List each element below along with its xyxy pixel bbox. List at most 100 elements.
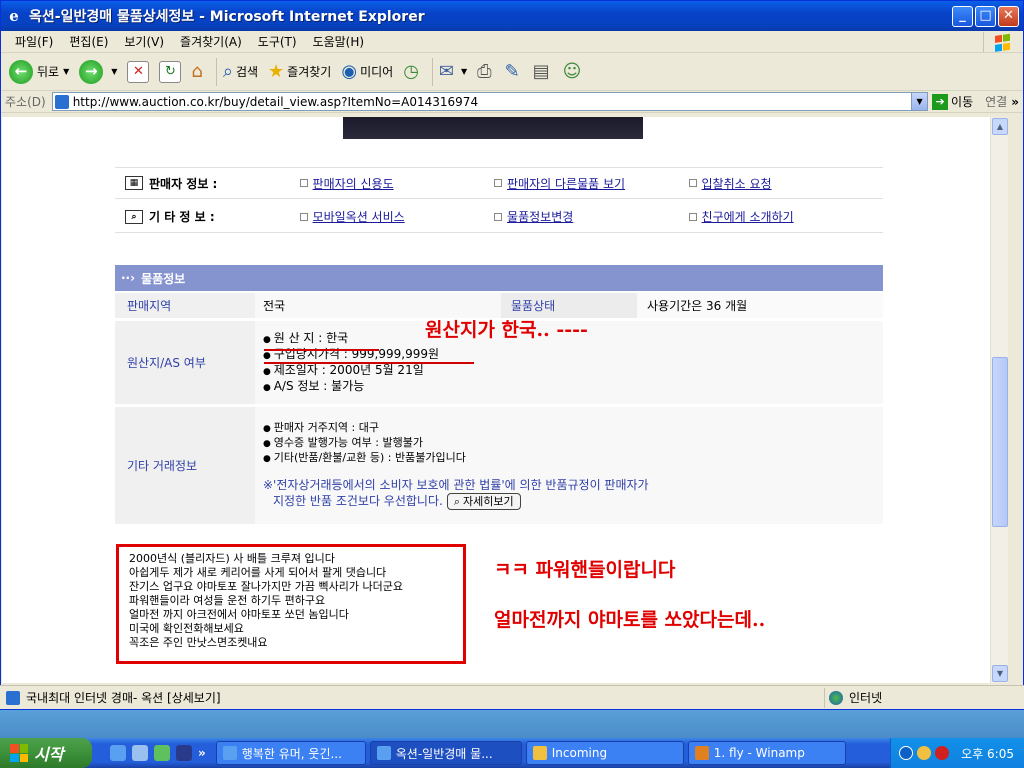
window-title: 옥션-일반경매 물품상세정보 - Microsoft Internet Expl…: [29, 9, 425, 25]
link-edit-item[interactable]: 물품정보변경: [494, 208, 688, 225]
address-input[interactable]: http://www.auction.co.kr/buy/detail_view…: [51, 92, 929, 111]
origin-as: A/S 정보 : 불가능: [263, 379, 365, 395]
condition-value: 사용기간은 36 개월: [637, 293, 883, 318]
page-icon: [54, 94, 69, 109]
link-cancel-bid[interactable]: 입찰취소 요청: [688, 175, 883, 192]
description-line: 얼마전 까지 아크전에서 야마토포 쏘던 놈입니다: [129, 608, 349, 621]
magnifier-icon: ⌕: [453, 495, 460, 508]
go-arrow-icon: ➔: [932, 93, 949, 110]
menu-file[interactable]: 파일(F): [7, 33, 61, 50]
start-button[interactable]: 시작: [0, 738, 92, 768]
home-button[interactable]: ⌂: [191, 61, 205, 82]
detail-view-label: 자세히보기: [463, 495, 514, 508]
back-dropdown-icon[interactable]: ▼: [63, 67, 69, 76]
menu-help[interactable]: 도움말(H): [305, 33, 373, 50]
windows-flag-icon: [10, 744, 28, 762]
taskbar-item-incoming[interactable]: Incoming: [525, 741, 684, 765]
globe-icon: [829, 690, 843, 705]
trade-region: 판매자 거주지역 : 대구: [263, 421, 466, 436]
forward-dropdown-icon[interactable]: ▼: [111, 67, 117, 76]
quicklaunch-desktop-icon[interactable]: [132, 745, 148, 761]
link-text: 판매자의 신용도: [312, 176, 394, 191]
region-label: 판매지역: [115, 293, 255, 318]
page-content: ▦ 판매자 정보 : 판매자의 신용도 판매자의 다른물품 보기 입찰취소 요청…: [2, 117, 990, 683]
mail-button[interactable]: ✉ ▼: [439, 61, 467, 82]
menu-view[interactable]: 보기(V): [116, 33, 172, 50]
minimize-button[interactable]: _: [952, 5, 973, 27]
close-button[interactable]: ✕: [998, 5, 1019, 27]
folder-icon: [532, 746, 547, 760]
home-icon: ⌂: [191, 61, 203, 82]
search-button[interactable]: ⌕ 검색: [223, 61, 258, 82]
media-button[interactable]: ◉ 미디어: [341, 61, 393, 82]
other-info-label: 기 타 정 보 :: [149, 210, 215, 224]
notice-line-1: ※'전자상거래등에서의 소비자 보호에 관한 법률'에 의한 반품규정이 판매자…: [263, 478, 649, 492]
title-bar[interactable]: e 옥션-일반경매 물품상세정보 - Microsoft Internet Ex…: [1, 1, 1023, 31]
back-button[interactable]: ← 뒤로 ▼: [9, 59, 69, 84]
trade-row: 기타 거래정보 판매자 거주지역 : 대구 영수증 발행가능 여부 : 발행불가…: [115, 407, 883, 525]
description-box: 2000년식 (블리자드) 사 배틀 크루져 입니다 아쉽게두 제가 새로 케리…: [116, 544, 466, 664]
mail-dropdown-icon[interactable]: ▼: [461, 67, 467, 76]
link-seller-credit[interactable]: 판매자의 신용도: [299, 175, 494, 192]
menu-bar: 파일(F) 편집(E) 보기(V) 즐겨찾기(A) 도구(T) 도움말(H): [1, 31, 1023, 53]
box-bullet-icon: [494, 212, 503, 221]
box-bullet-icon: [299, 179, 308, 187]
tray-chevron-icon[interactable]: [899, 746, 914, 760]
scroll-up-icon[interactable]: ▲: [992, 118, 1008, 135]
address-url: http://www.auction.co.kr/buy/detail_view…: [72, 94, 479, 109]
security-zone: 인터넷: [824, 687, 1024, 708]
forward-button[interactable]: → ▼: [79, 59, 117, 84]
description-line: 아쉽게두 제가 새로 케리어를 사게 되어서 팔게 댓습니다: [129, 566, 387, 579]
refresh-icon: ↻: [159, 60, 182, 83]
quicklaunch-ie-icon[interactable]: [110, 745, 126, 761]
origin-date: 제조일자 : 2000년 5월 21일: [263, 363, 424, 379]
vertical-scrollbar[interactable]: ▲ ▼: [990, 117, 1008, 683]
history-icon: ◷: [403, 61, 419, 82]
address-dropdown-icon[interactable]: ▼: [911, 93, 928, 110]
print-button[interactable]: ⎙: [477, 61, 494, 82]
link-tell-friend[interactable]: 친구에게 소개하기: [688, 208, 883, 225]
menu-favorites[interactable]: 즐겨찾기(A): [172, 33, 250, 50]
taskbar-item-auction[interactable]: 옥션-일반경매 물...: [369, 741, 522, 765]
annotation-power-handle: ㅋㅋ 파워핸들이랍니다: [494, 559, 676, 581]
link-mobile-auction[interactable]: 모바일옥션 서비스: [299, 208, 494, 225]
quicklaunch-app-icon[interactable]: [176, 745, 192, 761]
link-seller-other-items[interactable]: 판매자의 다른물품 보기: [494, 175, 688, 192]
discuss-button[interactable]: ▤: [533, 61, 553, 82]
annotation-origin: 원산지가 한국.. ----: [425, 319, 588, 341]
menu-tools[interactable]: 도구(T): [250, 33, 305, 50]
messenger-icon: ☺: [562, 61, 582, 82]
edit-button[interactable]: ✎: [505, 61, 523, 82]
box-bullet-icon: [688, 212, 697, 221]
links-button[interactable]: 연결: [985, 93, 1007, 110]
quick-launch: »: [110, 745, 212, 761]
scroll-thumb[interactable]: [992, 357, 1008, 527]
menu-edit[interactable]: 편집(E): [61, 33, 116, 50]
detail-view-button[interactable]: ⌕ 자세히보기: [446, 493, 521, 510]
forward-arrow-icon: →: [79, 59, 104, 84]
quicklaunch-media-icon[interactable]: [154, 745, 170, 761]
maximize-button[interactable]: □: [975, 5, 996, 27]
ie-window-icon: [222, 746, 237, 760]
refresh-button[interactable]: ↻: [159, 60, 182, 83]
tray-messenger-icon[interactable]: [917, 746, 932, 760]
history-button[interactable]: ◷: [403, 61, 422, 82]
taskbar-item-winamp[interactable]: 1. fly - Winamp: [687, 741, 846, 765]
task-label: Incoming: [551, 746, 608, 760]
taskbar-item-humor[interactable]: 행복한 유머, 웃긴...: [215, 741, 366, 765]
clock: 오후 6:05: [961, 746, 1014, 761]
stop-button[interactable]: ✕: [127, 60, 150, 83]
links-chevron-icon[interactable]: »: [1011, 95, 1019, 109]
messenger-button[interactable]: ☺: [563, 61, 585, 82]
scroll-down-icon[interactable]: ▼: [992, 665, 1008, 682]
go-button[interactable]: ➔ 이동: [932, 93, 973, 110]
link-text: 입찰취소 요청: [701, 176, 772, 191]
favorites-button[interactable]: ★ 즐겨찾기: [268, 61, 331, 82]
notice-line-2-wrap: 지정한 반품 조건보다 우선합니다. ⌕ 자세히보기: [263, 493, 649, 510]
tray-app-icon[interactable]: [935, 746, 950, 760]
trade-values: 판매자 거주지역 : 대구 영수증 발행가능 여부 : 발행불가 기타(반품/환…: [255, 407, 883, 524]
edit-icon: ✎: [504, 61, 520, 82]
seller-info-heading: ▦ 판매자 정보 :: [115, 175, 300, 192]
quicklaunch-chevron-icon[interactable]: »: [198, 746, 206, 760]
stop-icon: ✕: [127, 60, 150, 83]
